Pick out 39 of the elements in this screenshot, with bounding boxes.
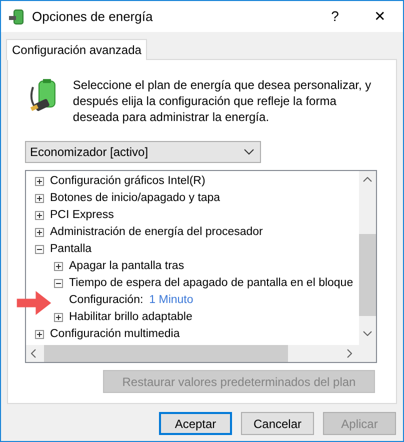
dialog-button[interactable]: Cancelar bbox=[241, 412, 314, 435]
expand-icon[interactable] bbox=[35, 177, 44, 186]
tree-item[interactable]: PCI Express bbox=[50, 206, 114, 224]
tab[interactable]: Configuración avanzada bbox=[6, 39, 148, 60]
tree-item[interactable]: Botones de inicio/apagado y tapa bbox=[50, 190, 220, 208]
vertical-scrollbar[interactable] bbox=[359, 171, 376, 345]
scrollbar-thumb[interactable] bbox=[359, 234, 376, 316]
chevron-up-icon[interactable] bbox=[363, 177, 372, 182]
collapse-icon[interactable] bbox=[54, 279, 63, 288]
expand-icon[interactable] bbox=[35, 330, 44, 339]
dialog-button[interactable]: Aceptar bbox=[159, 412, 232, 435]
expand-icon[interactable] bbox=[35, 228, 44, 237]
tree-item[interactable]: Configuración gráficos Intel(R) bbox=[50, 172, 206, 190]
chevron-right-icon[interactable] bbox=[347, 349, 352, 358]
plan-dropdown[interactable]: Economizador [activo] bbox=[25, 141, 261, 163]
expand-icon[interactable] bbox=[35, 194, 44, 203]
chevron-down-icon bbox=[244, 149, 254, 155]
scrollbar-thumb[interactable] bbox=[44, 345, 288, 362]
tree-item[interactable]: Habilitar brillo adaptable bbox=[69, 308, 192, 326]
tree-item[interactable]: Pantalla bbox=[50, 240, 92, 258]
description-text: Seleccione el plan de energía que desea personalizar, y después elija la configuración que refleje la forma deseada para administrar la energía. bbox=[72, 77, 372, 126]
expand-icon[interactable] bbox=[35, 211, 44, 220]
horizontal-scrollbar[interactable] bbox=[26, 345, 376, 362]
tree-item[interactable]: Tiempo de espera del apagado de pantalla en el bloque bbox=[69, 274, 354, 292]
collapse-icon[interactable] bbox=[35, 245, 44, 254]
chevron-left-icon[interactable] bbox=[31, 349, 36, 358]
close-button[interactable]: ✕ bbox=[357, 2, 403, 32]
arrow-icon bbox=[15, 291, 53, 315]
setting-value-link[interactable]: 1 Minuto bbox=[149, 292, 194, 310]
battery-plug-icon bbox=[8, 8, 26, 26]
tree-item[interactable]: Administración de energía del procesador bbox=[50, 224, 263, 242]
expand-icon[interactable] bbox=[54, 262, 63, 271]
window-title: Opciones de energía bbox=[32, 8, 153, 26]
tree-item[interactable]: Configuración multimedia bbox=[50, 326, 180, 344]
tree-item[interactable]: Apagar la pantalla tras bbox=[69, 258, 184, 276]
setting-label: Configuración: bbox=[69, 292, 144, 308]
chevron-down-icon[interactable] bbox=[363, 331, 372, 336]
expand-icon[interactable] bbox=[54, 313, 63, 322]
help-button[interactable]: ? bbox=[313, 2, 357, 32]
